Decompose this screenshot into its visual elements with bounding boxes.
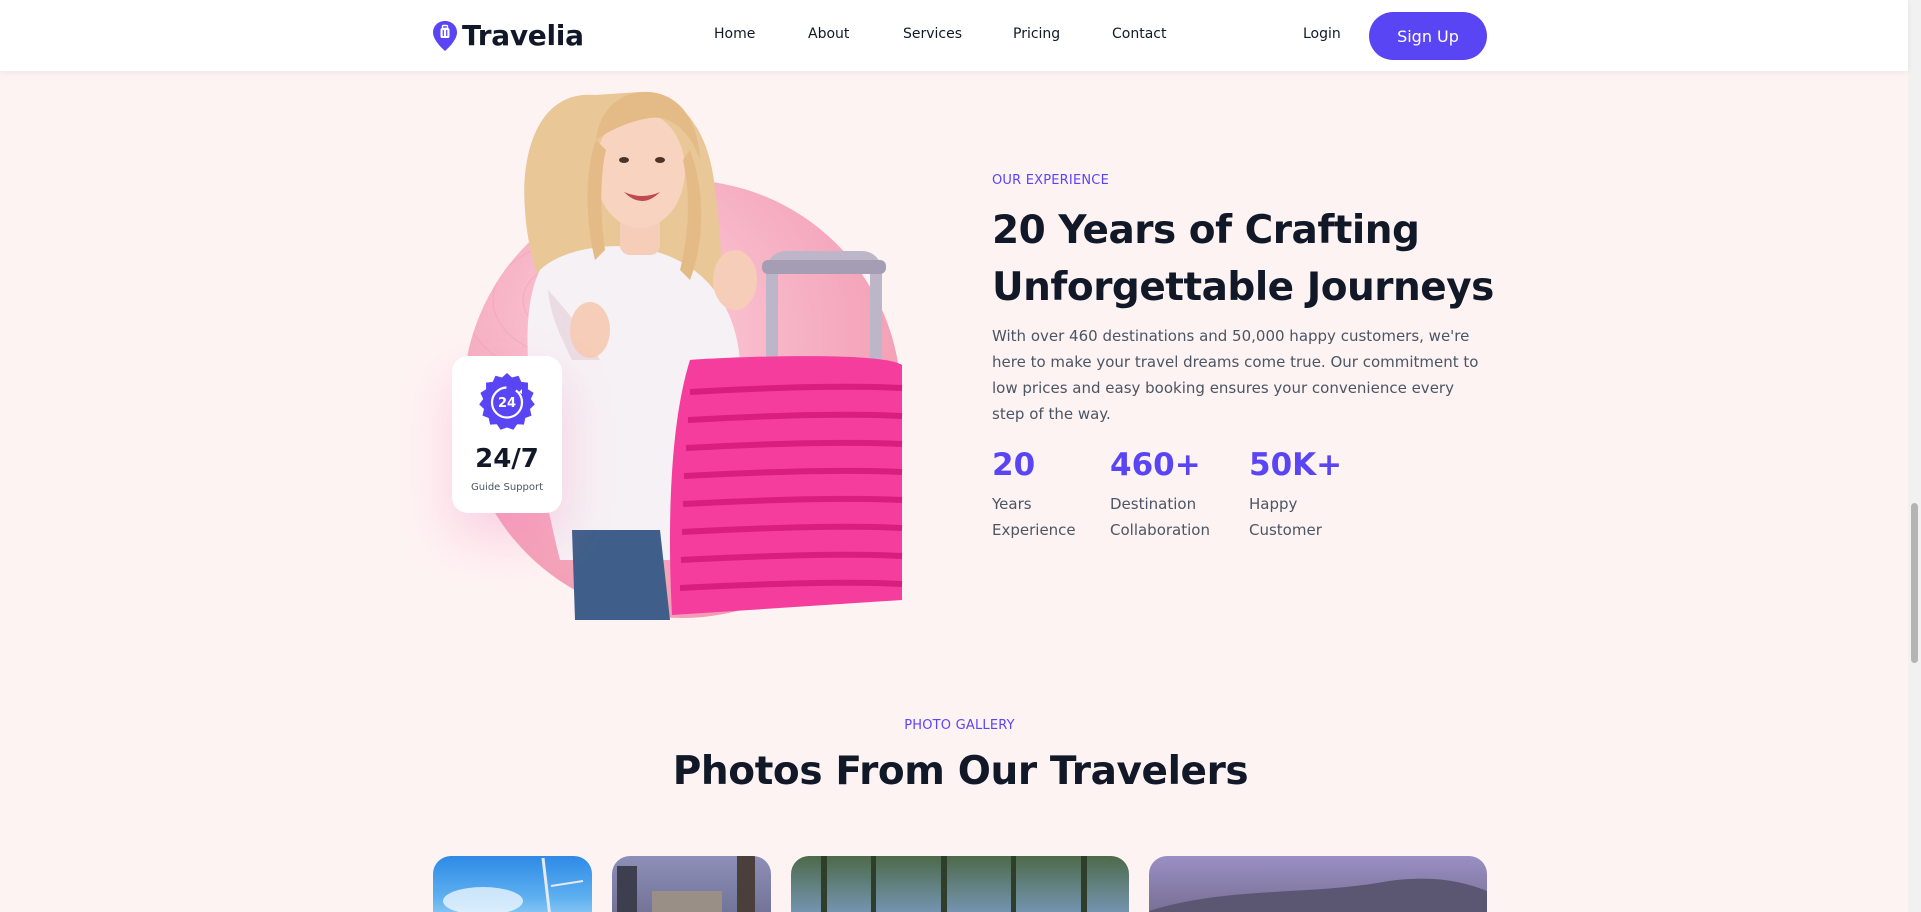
stat-label: Years Experience xyxy=(992,495,1076,539)
support-badge-card: 24 24/7 Guide Support xyxy=(452,356,562,513)
page-scrollbar[interactable] xyxy=(1908,0,1921,912)
seal-text: 24 xyxy=(498,396,516,411)
gallery-photo[interactable] xyxy=(433,856,592,912)
gallery-eyebrow: PHOTO GALLERY xyxy=(904,718,1015,733)
badge-subtitle: Guide Support xyxy=(470,482,544,493)
stat-destinations: 460+ Destination Collaboration xyxy=(1110,442,1225,543)
nav-link-services[interactable]: Services xyxy=(903,26,962,42)
stat-value: 50K+ xyxy=(1249,447,1343,483)
gallery-photo[interactable] xyxy=(612,856,771,912)
stat-customers: 50K+ Happy Customer xyxy=(1249,442,1342,543)
nav-link-pricing[interactable]: Pricing xyxy=(1013,26,1060,42)
hero-title: 20 Years of Crafting Unforgettable Journ… xyxy=(992,208,1494,310)
logo[interactable]: Travelia xyxy=(432,19,584,52)
stat-label: Destination Collaboration xyxy=(1110,495,1210,539)
map-pin-suitcase-icon xyxy=(433,20,457,51)
navbar: Travelia Home About Services Pricing Con… xyxy=(0,0,1908,71)
signup-button[interactable]: Sign Up xyxy=(1369,12,1487,60)
brand-name: Travelia xyxy=(462,19,584,52)
login-link[interactable]: Login xyxy=(1303,26,1341,42)
nav-link-home[interactable]: Home xyxy=(714,26,755,42)
hero-description: With over 460 destinations and 50,000 ha… xyxy=(992,327,1479,423)
stat-value: 20 xyxy=(992,447,1036,483)
nav-link-contact[interactable]: Contact xyxy=(1112,26,1166,42)
stat-label: Happy Customer xyxy=(1249,495,1322,539)
gallery-photo-image xyxy=(617,856,755,912)
gallery-photo[interactable] xyxy=(1149,856,1487,912)
section-eyebrow: OUR EXPERIENCE xyxy=(992,173,1109,188)
gallery-photo-image xyxy=(443,857,584,912)
traveler-illustration xyxy=(524,91,903,620)
hero-visual: 24 24/7 Guide Support xyxy=(0,0,960,640)
nav-link-about[interactable]: About xyxy=(808,26,849,42)
badge-title: 24/7 xyxy=(475,444,539,474)
gallery-photo[interactable] xyxy=(791,856,1129,912)
gallery-photo-image xyxy=(1149,878,1487,912)
gallery-photo-image xyxy=(821,856,1087,912)
stat-years: 20 Years Experience xyxy=(992,442,1102,543)
scrollbar-thumb[interactable] xyxy=(1911,503,1918,663)
gallery-title: Photos From Our Travelers xyxy=(672,749,1249,794)
stat-value: 460+ xyxy=(1110,447,1201,483)
24-hour-support-seal-icon: 24 xyxy=(479,373,535,430)
